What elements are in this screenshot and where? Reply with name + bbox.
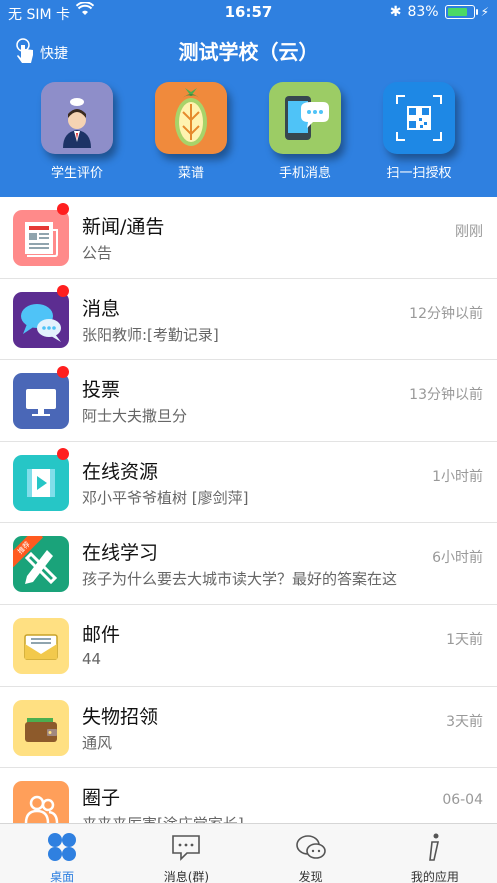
item-time: 06-04 [442, 792, 483, 809]
unread-dot [57, 447, 69, 460]
item-name: 在线学习 [82, 542, 159, 565]
mail-envelope-icon [13, 617, 69, 674]
item-time: 1天前 [446, 631, 483, 648]
list-item-online-resources[interactable]: 在线资源 邓小平爷爷植树 [廖剑萍] 1小时前 [0, 442, 497, 524]
shortcut-student-evaluation[interactable]: 学生评价 [22, 82, 132, 181]
chat-icon [171, 835, 201, 866]
status-bar: 无 SIM 卡 16:57 ✱ 83% ⚡ [0, 0, 497, 26]
item-subtitle: 通风 [82, 733, 113, 752]
list-item-vote[interactable]: 投票 阿士大夫撒旦分 13分钟以前 [0, 360, 497, 442]
app-header: 无 SIM 卡 16:57 ✱ 83% ⚡ 快捷 测试学校（云） 学生评价 菜谱… [0, 0, 497, 197]
item-name: 新闻/通告 [82, 216, 165, 238]
item-subtitle: 公告 [82, 244, 113, 262]
item-time: 13分钟以前 [409, 387, 483, 404]
shortcut-bar: 学生评价 菜谱 手机消息 扫一扫授权 [0, 82, 497, 192]
item-name: 在线资源 [82, 460, 159, 483]
message-bubbles-icon [13, 291, 69, 348]
wallet-icon [13, 699, 69, 756]
vote-monitor-icon [13, 373, 69, 430]
battery-percent: 83% [407, 4, 439, 20]
shortcut-qr-scan[interactable]: 扫一扫授权 [364, 82, 474, 181]
unread-dot [57, 284, 69, 297]
charging-icon: ⚡ [480, 5, 489, 19]
student-evaluation-icon [41, 82, 113, 154]
list-item-news[interactable]: 新闻/通告 公告 刚刚 [0, 197, 497, 279]
tab-desktop[interactable]: 桌面 [0, 824, 124, 883]
list-item-message[interactable]: 消息 张阳教师:[考勤记录] 12分钟以前 [0, 279, 497, 361]
list-item-mail[interactable]: 邮件 44 1天前 [0, 605, 497, 687]
phone-message-icon [269, 82, 341, 154]
tab-label: 发现 [298, 870, 323, 883]
item-subtitle: 邓小平爷爷植树 [廖剑萍] [82, 488, 249, 507]
list-item-lost-and-found[interactable]: 失物招领 通风 3天前 [0, 687, 497, 769]
tab-label: 消息(群) [163, 870, 210, 883]
discover-icon [295, 835, 327, 866]
item-time: 12分钟以前 [409, 305, 483, 322]
app-list: 新闻/通告 公告 刚刚 消息 张阳教师:[考勤记录] 12分钟以前 投票 阿士大… [0, 197, 497, 850]
tab-label: 桌面 [50, 870, 75, 883]
info-icon [420, 833, 450, 866]
tab-discover[interactable]: 发现 [249, 824, 373, 883]
shortcut-label: 手机消息 [278, 166, 331, 181]
shortcut-label: 扫一扫授权 [386, 166, 452, 181]
item-time: 6小时前 [432, 550, 483, 567]
list-item-online-learning[interactable]: 推荐 在线学习 孩子为什么要去大城市读大学？最好的答案在这 6小时前 [0, 523, 497, 605]
tab-bar: 桌面 消息(群) 发现 我的应用 [0, 823, 497, 883]
qr-scan-icon [383, 82, 455, 154]
desktop-grid-icon [47, 833, 77, 866]
tab-my-apps[interactable]: 我的应用 [373, 824, 497, 883]
tab-messages[interactable]: 消息(群) [124, 824, 248, 883]
item-subtitle: 44 [82, 649, 102, 668]
shortcut-recipe[interactable]: 菜谱 [136, 82, 246, 181]
item-name: 邮件 [82, 623, 121, 646]
item-subtitle: 孩子为什么要去大城市读大学？最好的答案在这 [82, 570, 398, 589]
item-subtitle: 阿士大夫撒旦分 [82, 407, 188, 426]
bluetooth-icon: ✱ [389, 4, 402, 20]
item-subtitle: 张阳教师:[考勤记录] [82, 325, 219, 344]
item-name: 失物招领 [82, 705, 159, 728]
page-title: 测试学校（云） [178, 40, 319, 64]
item-time: 1小时前 [432, 468, 483, 485]
item-name: 圈子 [82, 787, 121, 810]
video-resource-icon [13, 454, 69, 511]
item-name: 投票 [82, 379, 121, 402]
item-time: 刚刚 [455, 224, 483, 240]
recipe-icon [155, 82, 227, 154]
unread-dot [57, 203, 69, 215]
shortcut-phone-message[interactable]: 手机消息 [250, 82, 360, 181]
tab-label: 我的应用 [410, 870, 459, 883]
shortcut-label: 菜谱 [177, 166, 204, 181]
shortcut-label: 学生评价 [50, 166, 103, 181]
news-icon [13, 210, 69, 266]
pencil-ruler-icon: 推荐 [13, 536, 69, 593]
item-time: 3天前 [446, 713, 483, 730]
item-name: 消息 [82, 297, 121, 320]
battery-icon [444, 5, 478, 19]
